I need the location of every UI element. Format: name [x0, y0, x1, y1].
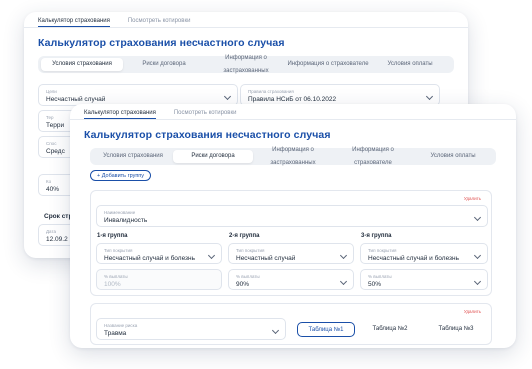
chevron-down-icon [271, 326, 280, 335]
field-label: Тер [46, 115, 54, 120]
field-label: Дата [46, 229, 56, 234]
field-value: Инвалидность [104, 217, 148, 224]
section-heading-term: Срок стр [44, 213, 73, 220]
table-3-toggle[interactable]: Таблица №3 [425, 322, 487, 337]
tab-insurance-conditions[interactable]: Условия страхования [93, 150, 173, 163]
tab-bar: Условия страхования Риски договора Инфор… [90, 147, 496, 166]
tab-policyholder-info[interactable]: Информация о страхователе [333, 144, 413, 170]
page-title: Калькулятор страхования несчастного случ… [84, 129, 331, 141]
field-label: Наименование [104, 210, 136, 215]
rules-select[interactable]: Правила страхования Правила НСиБ от 06.1… [240, 84, 440, 106]
field-label: % выплаты [236, 274, 260, 279]
field-label: Тип покрытия [236, 248, 265, 253]
chevron-down-icon [207, 251, 216, 260]
tab-insured-info[interactable]: Информация о застрахованных [253, 144, 333, 170]
field-value: 100% [104, 281, 121, 288]
field-value: Средс [46, 148, 65, 155]
group-2-heading: 2-я группа [229, 233, 260, 239]
tab-bar: Условия страхования Риски договора Инфор… [38, 55, 454, 74]
field-value: Травма [104, 330, 127, 337]
chevron-down-icon [425, 92, 434, 101]
tab-insurance-conditions[interactable]: Условия страхования [41, 58, 123, 71]
foreground-calculator-card: Калькулятор страхования Посмотреть котир… [70, 104, 516, 348]
purpose-select[interactable]: Цели Несчастный случай [38, 84, 238, 106]
field-label: % выплаты [368, 274, 392, 279]
field-value: Несчастный случай и болезнь [368, 255, 459, 262]
table-2-toggle[interactable]: Таблица №2 [359, 322, 421, 337]
add-group-button[interactable]: + Добавить группу [90, 170, 152, 181]
group-3-heading: 3-я группа [361, 233, 392, 239]
page-title: Калькулятор страхования несчастного случ… [38, 37, 285, 49]
nav-calculator[interactable]: Калькулятор страхования [84, 110, 156, 119]
tab-policyholder-info[interactable]: Информация о страхователе [287, 58, 369, 71]
field-value: Несчастный случай [46, 96, 106, 103]
field-value: 40% [46, 186, 60, 193]
nav-quotes[interactable]: Посмотреть котировки [174, 110, 237, 119]
group-1-coverage-select[interactable]: Тип покрытия Несчастный случай и болезнь [96, 243, 222, 264]
nav-quotes[interactable]: Посмотреть котировки [128, 18, 191, 27]
chevron-down-icon [473, 213, 482, 222]
nav-calculator[interactable]: Калькулятор страхования [38, 18, 110, 27]
group-2-coverage-select[interactable]: Тип покрытия Несчастный случай [228, 243, 354, 264]
risk-panel-disability: Удалить Наименование Инвалидность 1-я гр… [90, 190, 492, 296]
field-label: Цели [46, 89, 57, 94]
tab-contract-risks[interactable]: Риски договора [123, 58, 205, 71]
field-value: Несчастный случай и болезнь [104, 255, 195, 262]
tab-insured-info[interactable]: Информация о застрахованных [205, 52, 287, 78]
field-value: Терри [46, 122, 65, 129]
delete-link[interactable]: Удалить [464, 309, 481, 314]
risk-panel-trauma: Удалить Название риска Травма Таблица №1… [90, 303, 492, 345]
chevron-down-icon [223, 92, 232, 101]
tab-payment-terms[interactable]: Условия оплаты [413, 150, 493, 163]
delete-link[interactable]: Удалить [464, 196, 481, 201]
group-1-payout-field[interactable]: % выплаты 100% [96, 269, 222, 290]
chevron-down-icon [473, 277, 482, 286]
group-3-coverage-select[interactable]: Тип покрытия Несчастный случай и болезнь [360, 243, 488, 264]
field-label: Тип покрытия [104, 248, 133, 253]
trauma-risk-select[interactable]: Название риска Травма [96, 318, 286, 340]
top-navigation: Калькулятор страхования Посмотреть котир… [24, 12, 468, 28]
field-label: Спос [46, 141, 57, 146]
tab-payment-terms[interactable]: Условия оплаты [369, 58, 451, 71]
field-value: Несчастный случай [236, 255, 296, 262]
table-1-toggle[interactable]: Таблица №1 [297, 322, 355, 337]
field-label: % выплаты [104, 274, 128, 279]
chevron-down-icon [339, 251, 348, 260]
tab-contract-risks[interactable]: Риски договора [173, 150, 253, 163]
top-navigation: Калькулятор страхования Посмотреть котир… [70, 104, 516, 120]
field-value: Правила НСиБ от 06.10.2022 [248, 96, 337, 103]
chevron-down-icon [473, 251, 482, 260]
group-3-payout-select[interactable]: % выплаты 50% [360, 269, 488, 290]
field-label: Ко [46, 179, 52, 184]
field-label: Тип покрытия [368, 248, 397, 253]
field-value: 12.09.2 [46, 236, 68, 243]
group-2-payout-select[interactable]: % выплаты 90% [228, 269, 354, 290]
field-value: 50% [368, 281, 382, 288]
chevron-down-icon [339, 277, 348, 286]
risk-name-select[interactable]: Наименование Инвалидность [96, 205, 488, 227]
field-label: Название риска [104, 323, 138, 328]
field-label: Правила страхования [248, 89, 294, 94]
field-value: 90% [236, 281, 250, 288]
group-1-heading: 1-я группа [97, 233, 128, 239]
